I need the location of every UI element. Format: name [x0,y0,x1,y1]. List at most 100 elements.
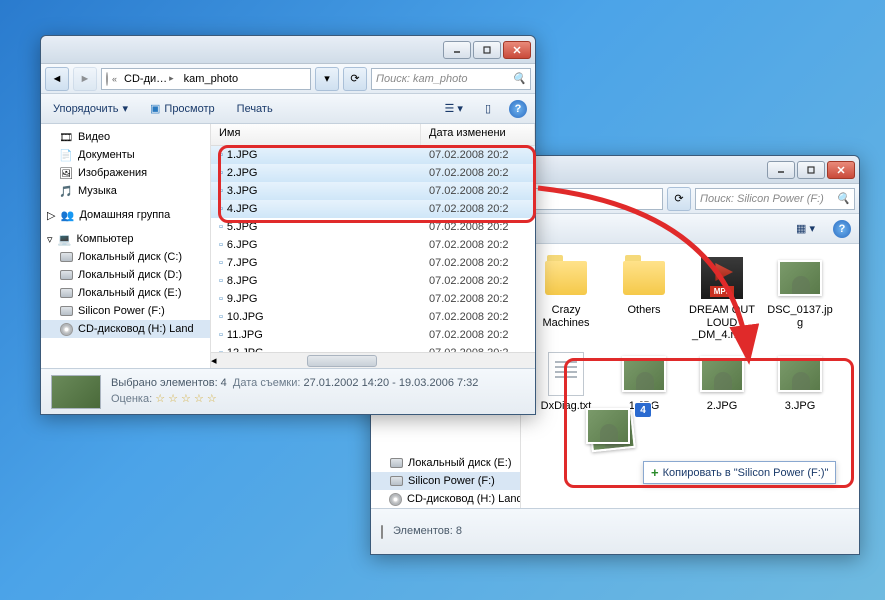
search-placeholder: Поиск: kam_photo [376,73,467,85]
file-row[interactable]: ▫9.JPG07.02.2008 20:2 [211,290,535,308]
nav-computer[interactable]: ▿💻Компьютер [41,230,210,248]
preview-thumb [51,375,101,409]
nav-lib-pics[interactable]: 🖼Изображения [41,164,210,182]
refresh-button[interactable]: ⟳ [343,67,367,91]
item-label: Crazy Machines [531,304,601,329]
minimize-button[interactable] [767,161,795,179]
search-input[interactable]: Поиск: kam_photo 🔍 [371,68,531,90]
file-row[interactable]: ▫10.JPG07.02.2008 20:2 [211,308,535,326]
nav-drive-f[interactable]: Silicon Power (F:) [41,302,210,320]
grid-item[interactable]: 2.JPG [687,350,757,413]
file-date: 07.02.2008 20:2 [421,221,535,233]
nav-lib-music[interactable]: 🎵Музыка [41,182,210,200]
forward-button[interactable]: ► [73,67,97,91]
preview-icon: ▣ [150,102,160,115]
nav-lib-video[interactable]: 🎞Видео [41,128,210,146]
toolbar: Упорядочить ▾ ▣ Просмотр Печать ☰ ▾ ▯ ? [41,94,535,124]
nav-drive-cd[interactable]: CD-дисковод (H:) Land [371,490,520,508]
image-icon: ▫ [219,239,223,251]
nav-drive-c[interactable]: Локальный диск (C:) [41,248,210,266]
grid-item[interactable]: DSC_0137.jpg [765,254,835,342]
file-row[interactable]: ▫5.JPG07.02.2008 20:2 [211,218,535,236]
rating-stars[interactable]: ☆ ☆ ☆ ☆ ☆ [155,393,217,405]
search-placeholder: Поиск: Silicon Power (F:) [700,193,824,205]
file-row[interactable]: ▫4.JPG07.02.2008 20:2 [211,200,535,218]
nav-pane: 🎞Видео 📄Документы 🖼Изображения 🎵Музыка ▷… [41,124,211,368]
view-button[interactable]: ☰ ▾ [440,100,466,117]
file-row[interactable]: ▫1.JPG07.02.2008 20:2 [211,146,535,164]
preview-button[interactable]: ▣ Просмотр [146,100,219,117]
nav-drive-d[interactable]: Локальный диск (D:) [41,266,210,284]
folder-icon [623,261,665,295]
column-header[interactable]: Имя Дата изменени [211,124,535,146]
address-bar[interactable]: « CD-ди…▸ kam_photo [101,68,311,90]
file-row[interactable]: ▫3.JPG07.02.2008 20:2 [211,182,535,200]
photo-icon [622,356,666,392]
back-button[interactable]: ◄ [45,67,69,91]
image-icon: ▫ [219,311,223,323]
view-button[interactable]: ▦ ▾ [792,220,819,237]
file-row[interactable]: ▫ 8.JPG 07.02.2008 20:2 [211,272,535,290]
file-name: 3.JPG [227,185,258,197]
drag-count-badge: 4 [634,402,652,418]
breadcrumb-2[interactable]: kam_photo [181,73,241,85]
col-date[interactable]: Дата изменени [421,124,535,145]
close-button[interactable] [503,41,531,59]
nav-drive-f[interactable]: Silicon Power (F:) [371,472,520,490]
statusbar: Выбрано элементов: 4 Дата съемки: 27.01.… [41,368,535,414]
nav-lib-docs[interactable]: 📄Документы [41,146,210,164]
image-icon: ▫ [219,167,223,179]
status-count: Элементов: 8 [393,524,462,539]
file-row[interactable]: ▫6.JPG07.02.2008 20:2 [211,236,535,254]
drive-icon [381,526,383,538]
nav-drive-e[interactable]: Локальный диск (E:) [41,284,210,302]
file-name: 10.JPG [227,311,264,323]
close-button[interactable] [827,161,855,179]
pane-button[interactable]: ▯ [481,100,495,117]
print-button[interactable]: Печать [233,101,277,117]
minimize-button[interactable] [443,41,471,59]
drop-tooltip: + Копировать в "Silicon Power (F:)" [643,461,836,484]
file-row[interactable]: ▫2.JPG07.02.2008 20:2 [211,164,535,182]
h-scrollbar[interactable]: ◂ [211,352,535,368]
history-button[interactable]: ▾ [315,67,339,91]
doc-icon: 📄 [59,148,73,162]
file-row[interactable]: ▫11.JPG07.02.2008 20:2 [211,326,535,344]
search-input[interactable]: Поиск: Silicon Power (F:) 🔍 [695,188,855,210]
grid-item[interactable]: DxDiag.txt [531,350,601,413]
file-date: 07.02.2008 20:2 [421,275,535,287]
breadcrumb-1[interactable]: CD-ди…▸ [121,73,177,85]
help-button[interactable]: ? [509,100,527,118]
grid-item[interactable]: Others [609,254,679,342]
col-name[interactable]: Имя [211,124,421,145]
grid-item[interactable]: MP3DREAM OUT LOUD _DM_4.mp3 [687,254,757,342]
grid-item[interactable]: 3.JPG [765,350,835,413]
file-name: 6.JPG [227,239,258,251]
file-row[interactable]: ▫7.JPG07.02.2008 20:2 [211,254,535,272]
help-button[interactable]: ? [833,220,851,238]
file-date: 07.02.2008 20:2 [421,257,535,269]
file-name: 4.JPG [227,203,258,215]
file-name: 8.JPG [227,275,258,287]
file-name: 11.JPG [227,329,263,341]
nav-drive-cd[interactable]: CD-дисковод (H:) Land [41,320,210,338]
grid-item[interactable]: Crazy Machines [531,254,601,342]
organize-button[interactable]: Упорядочить ▾ [49,100,132,117]
video-icon: 🎞 [59,130,73,144]
scroll-thumb[interactable] [307,355,377,367]
image-icon: ▫ [219,275,223,287]
file-name: 2.JPG [227,167,258,179]
image-icon: ▫ [219,293,223,305]
folder-icon [545,261,587,295]
maximize-button[interactable] [797,161,825,179]
search-icon: 🔍 [836,192,850,205]
explorer-window-source[interactable]: ◄ ► « CD-ди…▸ kam_photo ▾ ⟳ Поиск: kam_p… [40,35,536,415]
image-icon: ▫ [219,203,223,215]
titlebar[interactable] [41,36,535,64]
item-label: 2.JPG [707,400,738,413]
nav-drive-e[interactable]: Локальный диск (E:) [371,454,520,472]
refresh-button[interactable]: ⟳ [667,187,691,211]
nav-homegroup[interactable]: ▷👥Домашняя группа [41,206,210,224]
file-list[interactable]: Имя Дата изменени ▫1.JPG07.02.2008 20:2 ▫… [211,124,535,368]
maximize-button[interactable] [473,41,501,59]
